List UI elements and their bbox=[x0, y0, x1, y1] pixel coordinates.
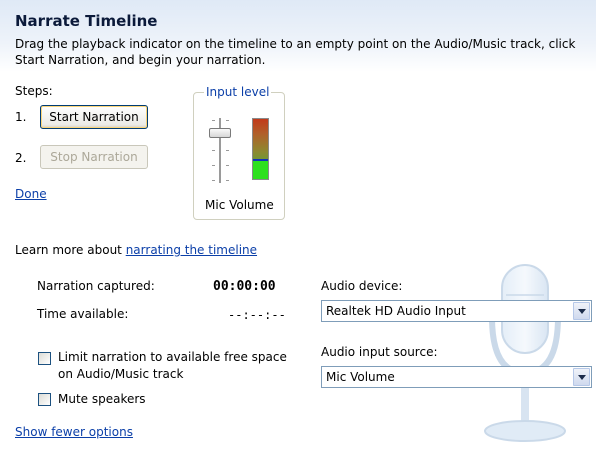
audio-source-label: Audio input source: bbox=[321, 345, 438, 359]
narrating-timeline-link[interactable]: narrating the timeline bbox=[126, 243, 257, 257]
slider-tick bbox=[226, 120, 229, 121]
done-link[interactable]: Done bbox=[15, 187, 47, 201]
audio-device-label: Audio device: bbox=[321, 279, 403, 293]
page-description: Drag the playback indicator on the timel… bbox=[15, 37, 576, 67]
level-meter-icon bbox=[252, 118, 269, 180]
narration-captured-label: Narration captured: bbox=[37, 279, 155, 293]
learn-more-text: Learn more about narrating the timeline bbox=[15, 243, 257, 257]
mic-volume-slider-thumb[interactable] bbox=[209, 128, 231, 138]
start-narration-button[interactable]: Start Narration bbox=[40, 105, 148, 129]
level-meter-fill bbox=[253, 161, 268, 179]
chevron-down-icon[interactable] bbox=[573, 368, 590, 386]
time-available-label: Time available: bbox=[37, 307, 129, 321]
chevron-down-icon[interactable] bbox=[573, 302, 590, 320]
input-level-legend: Input level bbox=[204, 85, 272, 99]
mute-speakers-label: Mute speakers bbox=[58, 392, 146, 406]
microphone-icon bbox=[484, 264, 566, 442]
slider-tick bbox=[212, 165, 215, 166]
slider-tick bbox=[212, 180, 215, 181]
limit-narration-label-line1: Limit narration to available free space bbox=[58, 350, 287, 364]
slider-tick bbox=[226, 180, 229, 181]
stop-narration-button[interactable]: Stop Narration bbox=[40, 145, 148, 169]
slider-tick bbox=[226, 165, 229, 166]
audio-source-value: Mic Volume bbox=[326, 370, 395, 384]
slider-tick bbox=[226, 150, 229, 151]
page-title: Narrate Timeline bbox=[15, 12, 158, 30]
time-available-value: --:--:-- bbox=[228, 308, 286, 322]
level-meter-peak bbox=[253, 159, 268, 161]
slider-tick bbox=[212, 150, 215, 151]
step-2-number: 2. bbox=[15, 151, 27, 165]
step-1-number: 1. bbox=[15, 110, 27, 124]
narration-captured-value: 00:00:00 bbox=[213, 279, 276, 294]
audio-device-value: Realtek HD Audio Input bbox=[326, 304, 466, 318]
slider-tick bbox=[212, 120, 215, 121]
mic-volume-label: Mic Volume bbox=[205, 198, 274, 212]
learn-more-prefix: Learn more about bbox=[15, 243, 126, 257]
limit-narration-label-line2: on Audio/Music track bbox=[58, 367, 184, 381]
mute-speakers-checkbox[interactable] bbox=[38, 393, 51, 406]
show-fewer-options-link[interactable]: Show fewer options bbox=[15, 425, 133, 439]
limit-narration-checkbox[interactable] bbox=[38, 352, 51, 365]
audio-device-select[interactable]: Realtek HD Audio Input bbox=[321, 300, 592, 322]
steps-label: Steps: bbox=[15, 84, 53, 98]
audio-source-select[interactable]: Mic Volume bbox=[321, 366, 592, 388]
